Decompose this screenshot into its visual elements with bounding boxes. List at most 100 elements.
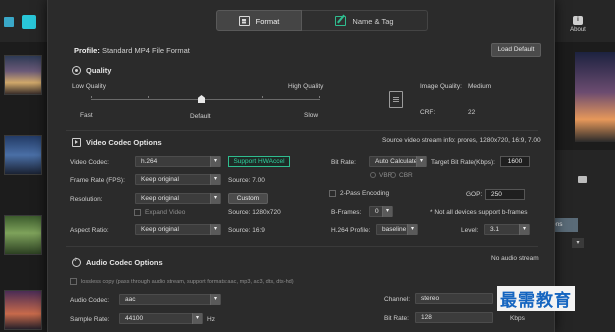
bitrate-label: Bit Rate: [331, 159, 356, 166]
about-icon: i [573, 16, 583, 25]
bframes-select[interactable]: 0 ▾ [369, 206, 393, 217]
fast-label: Fast [80, 112, 93, 119]
target-bitrate-input[interactable]: 1600 [500, 156, 530, 167]
lossless-copy-option[interactable]: lossless copy (pass through audio stream… [70, 278, 294, 285]
channel-label: Channel: [384, 296, 411, 303]
chevron-down-icon: ▾ [192, 313, 202, 324]
tab-name-tag[interactable]: Name & Tag [302, 10, 428, 31]
video-thumbnail[interactable] [4, 290, 42, 330]
cbr-option[interactable]: CBR [390, 172, 413, 179]
bframes-label: B-Frames: [331, 209, 362, 216]
cbr-label: CBR [399, 172, 413, 179]
lossless-copy-checkbox[interactable] [70, 278, 77, 285]
level-label: Level: [461, 227, 479, 234]
profile-title: Profile: Standard MP4 File Format [74, 46, 190, 55]
slider-tick [148, 96, 149, 98]
quality-section-title: Quality [72, 65, 112, 76]
low-quality-label: Low Quality [72, 83, 106, 90]
expand-video-label: Expand Video [145, 209, 186, 217]
gear-icon [72, 65, 81, 75]
tab-bar: Format Name & Tag [216, 10, 428, 32]
format-icon [238, 16, 250, 27]
lossless-copy-label: lossless copy (pass through audio stream… [81, 278, 294, 285]
video-thumbnail[interactable] [4, 215, 42, 255]
two-pass-checkbox[interactable] [329, 190, 336, 197]
target-bitrate-label: Target Bit Rate(Kbps): [431, 159, 495, 166]
h264-profile-select[interactable]: baseline ▾ [376, 224, 418, 235]
quality-slider-track[interactable] [91, 99, 320, 100]
two-pass-label: 2-Pass Encoding [340, 190, 390, 198]
audio-codec-value: aac [125, 296, 136, 303]
quality-title-text: Quality [86, 66, 112, 75]
support-hwaccel-button[interactable]: Support HWAccel [228, 156, 290, 167]
level-select[interactable]: 3.1 ▾ [484, 224, 530, 235]
load-default-button[interactable]: Load Default [491, 43, 541, 57]
bframes-value: 0 [375, 208, 379, 215]
audio-codec-label: Audio Codec: [70, 297, 110, 304]
frame-rate-select[interactable]: Keep original ▾ [135, 174, 221, 185]
custom-resolution-button[interactable]: Custom [228, 193, 268, 204]
divider [66, 130, 538, 131]
gop-label: GOP: [466, 191, 483, 198]
video-thumbnail[interactable] [4, 55, 42, 95]
about-button[interactable]: i About [565, 16, 591, 33]
h264-profile-label: H.264 Profile: [331, 227, 371, 234]
tab-format[interactable]: Format [216, 10, 302, 31]
chevron-down-icon: ▾ [210, 193, 220, 204]
sample-rate-value: 44100 [125, 315, 144, 322]
chevron-down-icon: ▾ [407, 224, 417, 235]
slider-tick [262, 96, 263, 98]
chevron-down-icon: ▾ [210, 224, 220, 235]
divider [66, 246, 538, 247]
audio-bitrate-select[interactable]: 128 [415, 312, 493, 323]
profile-prefix: Profile: [74, 46, 100, 55]
aspect-ratio-select[interactable]: Keep original ▾ [135, 224, 221, 235]
folder-icon[interactable] [578, 176, 587, 183]
expand-video-checkbox[interactable] [134, 209, 141, 216]
audio-bitrate-value: 128 [421, 314, 432, 321]
level-value: 3.1 [490, 226, 500, 233]
chevron-down-icon: ▾ [416, 156, 426, 167]
chevron-down-icon: ▾ [210, 174, 220, 185]
audio-bitrate-unit: Kbps [510, 315, 525, 322]
aspect-ratio-source: Source: 16:9 [228, 227, 265, 234]
resolution-label: Resolution: [70, 196, 103, 203]
chevron-down-icon[interactable]: ▾ [572, 238, 584, 248]
watermark-logo: 最需教育 [497, 286, 575, 311]
bitrate-value: Auto Calculate [375, 158, 418, 165]
frame-rate-source: Source: 7.00 [228, 177, 265, 184]
video-thumbnail[interactable] [4, 135, 42, 175]
gop-input[interactable]: 250 [485, 189, 525, 200]
video-codec-select[interactable]: h.264 ▾ [135, 156, 221, 167]
audio-title-text: Audio Codec Options [86, 258, 163, 267]
image-quality-value: Medium [468, 83, 492, 90]
chevron-down-icon: ▾ [210, 156, 220, 167]
audio-section-title: Audio Codec Options [72, 256, 163, 268]
audio-codec-select[interactable]: aac ▾ [119, 294, 221, 305]
chevron-down-icon: ▾ [519, 224, 529, 235]
audio-bitrate-label: Bit Rate: [384, 315, 409, 322]
channel-select[interactable]: stereo [415, 293, 493, 304]
image-quality-label: Image Quality: [420, 83, 462, 90]
quality-slider-thumb[interactable] [198, 95, 205, 103]
bitrate-select[interactable]: Auto Calculate ▾ [369, 156, 427, 167]
resolution-select[interactable]: Keep original ▾ [135, 193, 221, 204]
chevron-down-icon: ▾ [382, 206, 392, 217]
video-title-text: Video Codec Options [86, 138, 162, 147]
tab-label: Name & Tag [352, 17, 394, 26]
crf-value: 22 [468, 109, 476, 116]
video-codec-label: Video Codec: [70, 159, 109, 166]
h264-profile-value: baseline [382, 226, 407, 233]
aspect-ratio-label: Aspect Ratio: [70, 227, 109, 234]
video-codec-value: h.264 [141, 158, 158, 165]
two-pass-option[interactable]: 2-Pass Encoding [329, 190, 389, 197]
default-label: Default [190, 113, 211, 120]
document-icon [389, 91, 403, 108]
expand-video-option[interactable]: Expand Video [134, 209, 185, 216]
format-settings-dialog: Format Name & Tag Profile: Standard MP4 … [47, 0, 555, 332]
sample-rate-select[interactable]: 44100 ▾ [119, 313, 203, 324]
resolution-value: Keep original [141, 195, 179, 202]
name-tag-icon [335, 16, 347, 27]
cbr-radio[interactable] [390, 172, 396, 179]
vbr-radio[interactable] [370, 172, 376, 179]
